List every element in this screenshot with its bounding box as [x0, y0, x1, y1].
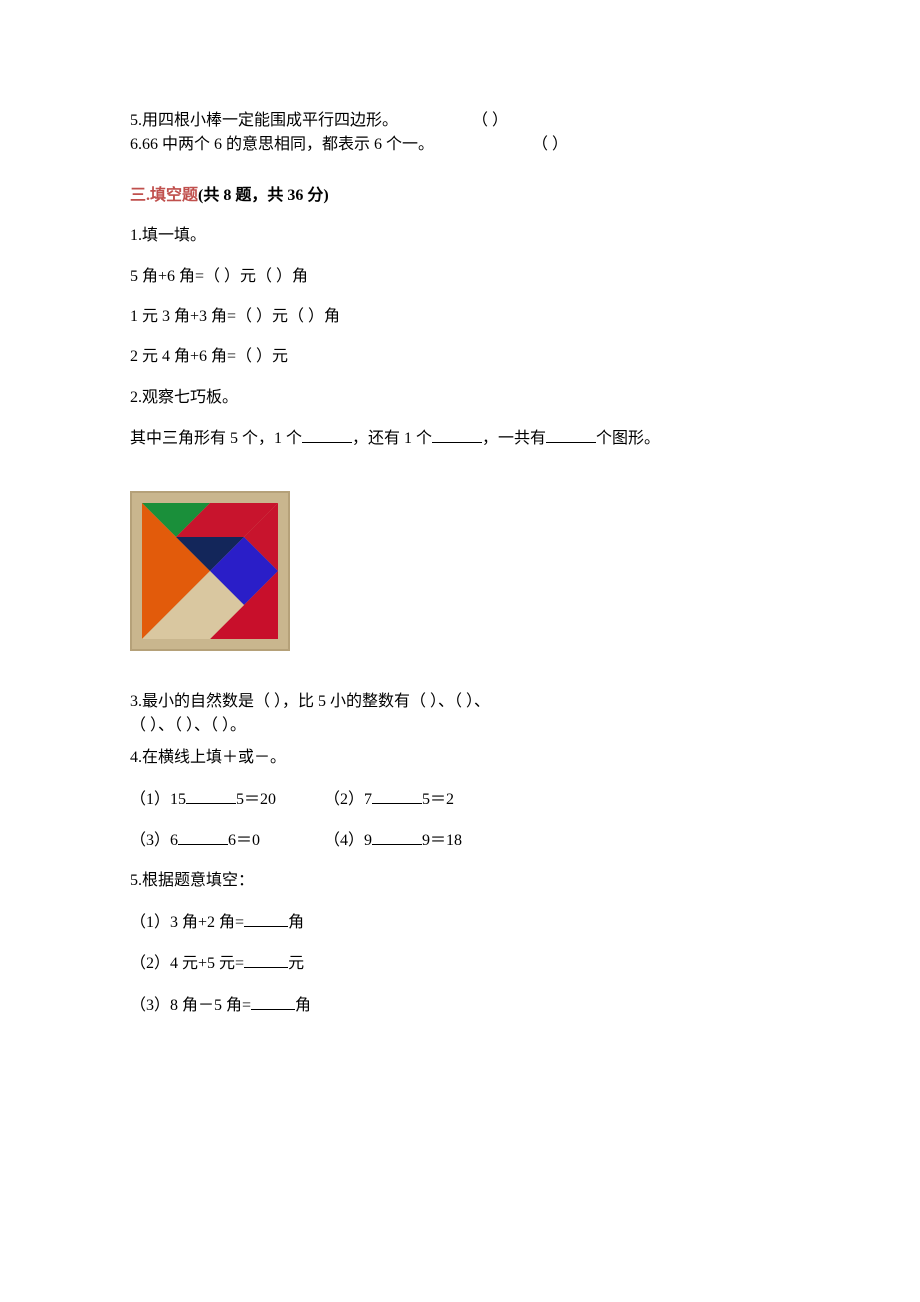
blank-underline — [302, 427, 352, 443]
section-3-rest: (共 8 题，共 36 分) — [198, 187, 329, 204]
fill-q5-3-pre: （3）8 角－5 角= — [130, 997, 251, 1014]
fill-q4-1-post: 5＝20 — [236, 791, 276, 808]
fill-q1-line1: 5 角+6 角=（ ）元（ ）角 — [130, 266, 790, 288]
fill-q2-end: 个图形。 — [596, 430, 660, 447]
fill-q4-1-pre: （1）15 — [130, 791, 186, 808]
fill-q5-1-pre: （1）3 角+2 角= — [130, 914, 244, 931]
fill-q5-2-pre: （2）4 元+5 元= — [130, 955, 244, 972]
fill-q4-4-post: 9＝18 — [422, 832, 462, 849]
fill-q1-line2: 1 元 3 角+3 角=（ ）元（ ）角 — [130, 306, 790, 328]
blank-underline — [251, 994, 295, 1010]
page-content: 5.用四根小棒一定能围成平行四边形。 （ ） 6.66 中两个 6 的意思相同，… — [0, 0, 920, 1095]
judgement-q5-blank: （ ） — [472, 112, 508, 129]
section-3-prefix: 三. — [130, 187, 150, 204]
fill-q5-title: 5.根据题意填空： — [130, 870, 790, 892]
blank-underline — [244, 911, 288, 927]
blank-underline — [178, 829, 228, 845]
fill-q5-1-post: 角 — [288, 914, 304, 931]
fill-q5-3-post: 角 — [295, 997, 311, 1014]
judgement-q5: 5.用四根小棒一定能围成平行四边形。 （ ） — [130, 110, 790, 132]
fill-q4-3-pre: （3）6 — [130, 832, 178, 849]
fill-q5-2-post: 元 — [288, 955, 304, 972]
fill-q3-line2: （ ）、（ ）、（ ）。 — [130, 715, 790, 737]
fill-q4-title: 4.在横线上填＋或－。 — [130, 747, 790, 769]
blank-underline — [432, 427, 482, 443]
judgement-q6-blank: （ ） — [532, 136, 568, 153]
fill-q4-row2: （3）6 6＝0 （4）9 9＝18 — [130, 829, 790, 852]
fill-q1-line3: 2 元 4 角+6 角=（ ）元 — [130, 346, 790, 368]
fill-q4-4-pre: （4）9 — [324, 832, 372, 849]
tangram-figure — [130, 491, 790, 651]
fill-q3: 3.最小的自然数是（ ），比 5 小的整数有（ ）、（ ）、 （ ）、（ ）、（… — [130, 691, 790, 738]
fill-q5-line2: （2）4 元+5 元= 元 — [130, 952, 790, 975]
fill-q2: 2.观察七巧板。 其中三角形有 5 个，1 个 ，还有 1 个 ，一共有 个图形。 — [130, 387, 790, 651]
blank-underline — [546, 427, 596, 443]
judgement-q5-text: 5.用四根小棒一定能围成平行四边形。 — [130, 112, 398, 129]
fill-q2-pre: 其中三角形有 5 个，1 个 — [130, 430, 302, 447]
section-3-header: 三.填空题(共 8 题，共 36 分) — [130, 185, 790, 207]
section-3-title: 填空题 — [150, 187, 198, 204]
fill-q5: 5.根据题意填空： （1）3 角+2 角= 角 （2）4 元+5 元= 元 （3）8… — [130, 870, 790, 1017]
judgement-q6-text: 6.66 中两个 6 的意思相同，都表示 6 个一。 — [130, 136, 434, 153]
blank-underline — [372, 829, 422, 845]
tangram-icon — [142, 503, 278, 639]
fill-q1: 1.填一填。 5 角+6 角=（ ）元（ ）角 1 元 3 角+3 角=（ ）元… — [130, 225, 790, 369]
fill-q4-3-post: 6＝0 — [228, 832, 260, 849]
fill-q2-title: 2.观察七巧板。 — [130, 387, 790, 409]
fill-q2-mid: ，还有 1 个 — [352, 430, 432, 447]
fill-q4-2-post: 5＝2 — [422, 791, 454, 808]
fill-q1-title: 1.填一填。 — [130, 225, 790, 247]
fill-q2-sentence: 其中三角形有 5 个，1 个 ，还有 1 个 ，一共有 个图形。 — [130, 427, 790, 450]
fill-q5-line1: （1）3 角+2 角= 角 — [130, 911, 790, 934]
fill-q4-row1: （1）15 5＝20 （2）7 5＝2 — [130, 788, 790, 811]
blank-underline — [244, 952, 288, 968]
fill-q2-post: ，一共有 — [482, 430, 546, 447]
fill-q5-line3: （3）8 角－5 角= 角 — [130, 994, 790, 1017]
fill-q3-line1: 3.最小的自然数是（ ），比 5 小的整数有（ ）、（ ）、 — [130, 691, 790, 713]
judgement-q6: 6.66 中两个 6 的意思相同，都表示 6 个一。 （ ） — [130, 134, 790, 156]
blank-underline — [186, 788, 236, 804]
blank-underline — [372, 788, 422, 804]
fill-q4: 4.在横线上填＋或－。 （1）15 5＝20 （2）7 5＝2 （3）6 6＝0 （4… — [130, 747, 790, 852]
fill-q4-2-pre: （2）7 — [324, 791, 372, 808]
